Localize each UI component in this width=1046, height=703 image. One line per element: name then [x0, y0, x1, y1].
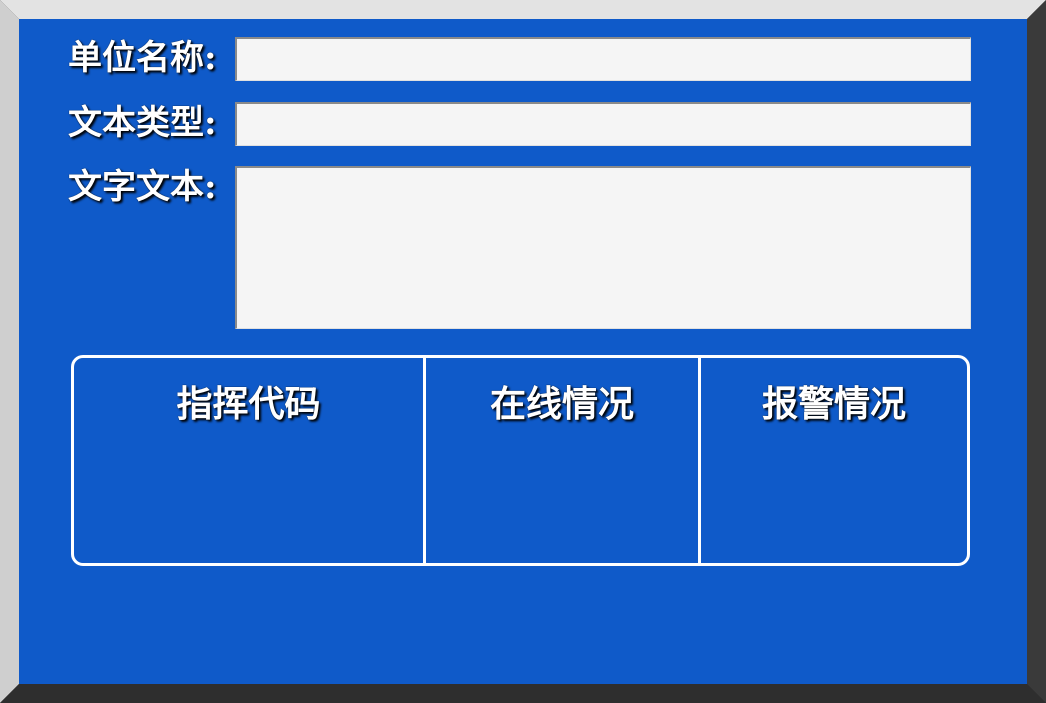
frame-bevel-left	[0, 0, 19, 703]
online-status-cell[interactable]: 在线情况	[423, 358, 698, 563]
command-code-title: 指挥代码	[176, 383, 321, 425]
text-type-label: 文本类型:	[68, 103, 217, 143]
frame-bevel-right	[1027, 0, 1046, 703]
online-status-title: 在线情况	[489, 383, 634, 425]
alarm-status-cell[interactable]: 报警情况	[698, 358, 967, 563]
unit-name-field[interactable]	[235, 37, 971, 81]
command-code-cell[interactable]: 指挥代码	[74, 358, 423, 563]
status-table: 指挥代码 在线情况 报警情况	[71, 355, 970, 566]
window-frame: 单位名称: 文本类型: 文字文本: 指挥代码 在线情况 报警情况	[0, 0, 1046, 703]
main-panel: 单位名称: 文本类型: 文字文本: 指挥代码 在线情况 报警情况	[19, 19, 1027, 684]
frame-bevel-top	[0, 0, 1046, 19]
alarm-status-title: 报警情况	[761, 383, 906, 425]
text-content-label: 文字文本:	[68, 167, 217, 207]
text-type-field[interactable]	[235, 102, 971, 146]
text-content-field[interactable]	[235, 166, 971, 329]
unit-name-label: 单位名称:	[68, 38, 217, 78]
frame-bevel-bottom	[0, 684, 1046, 703]
